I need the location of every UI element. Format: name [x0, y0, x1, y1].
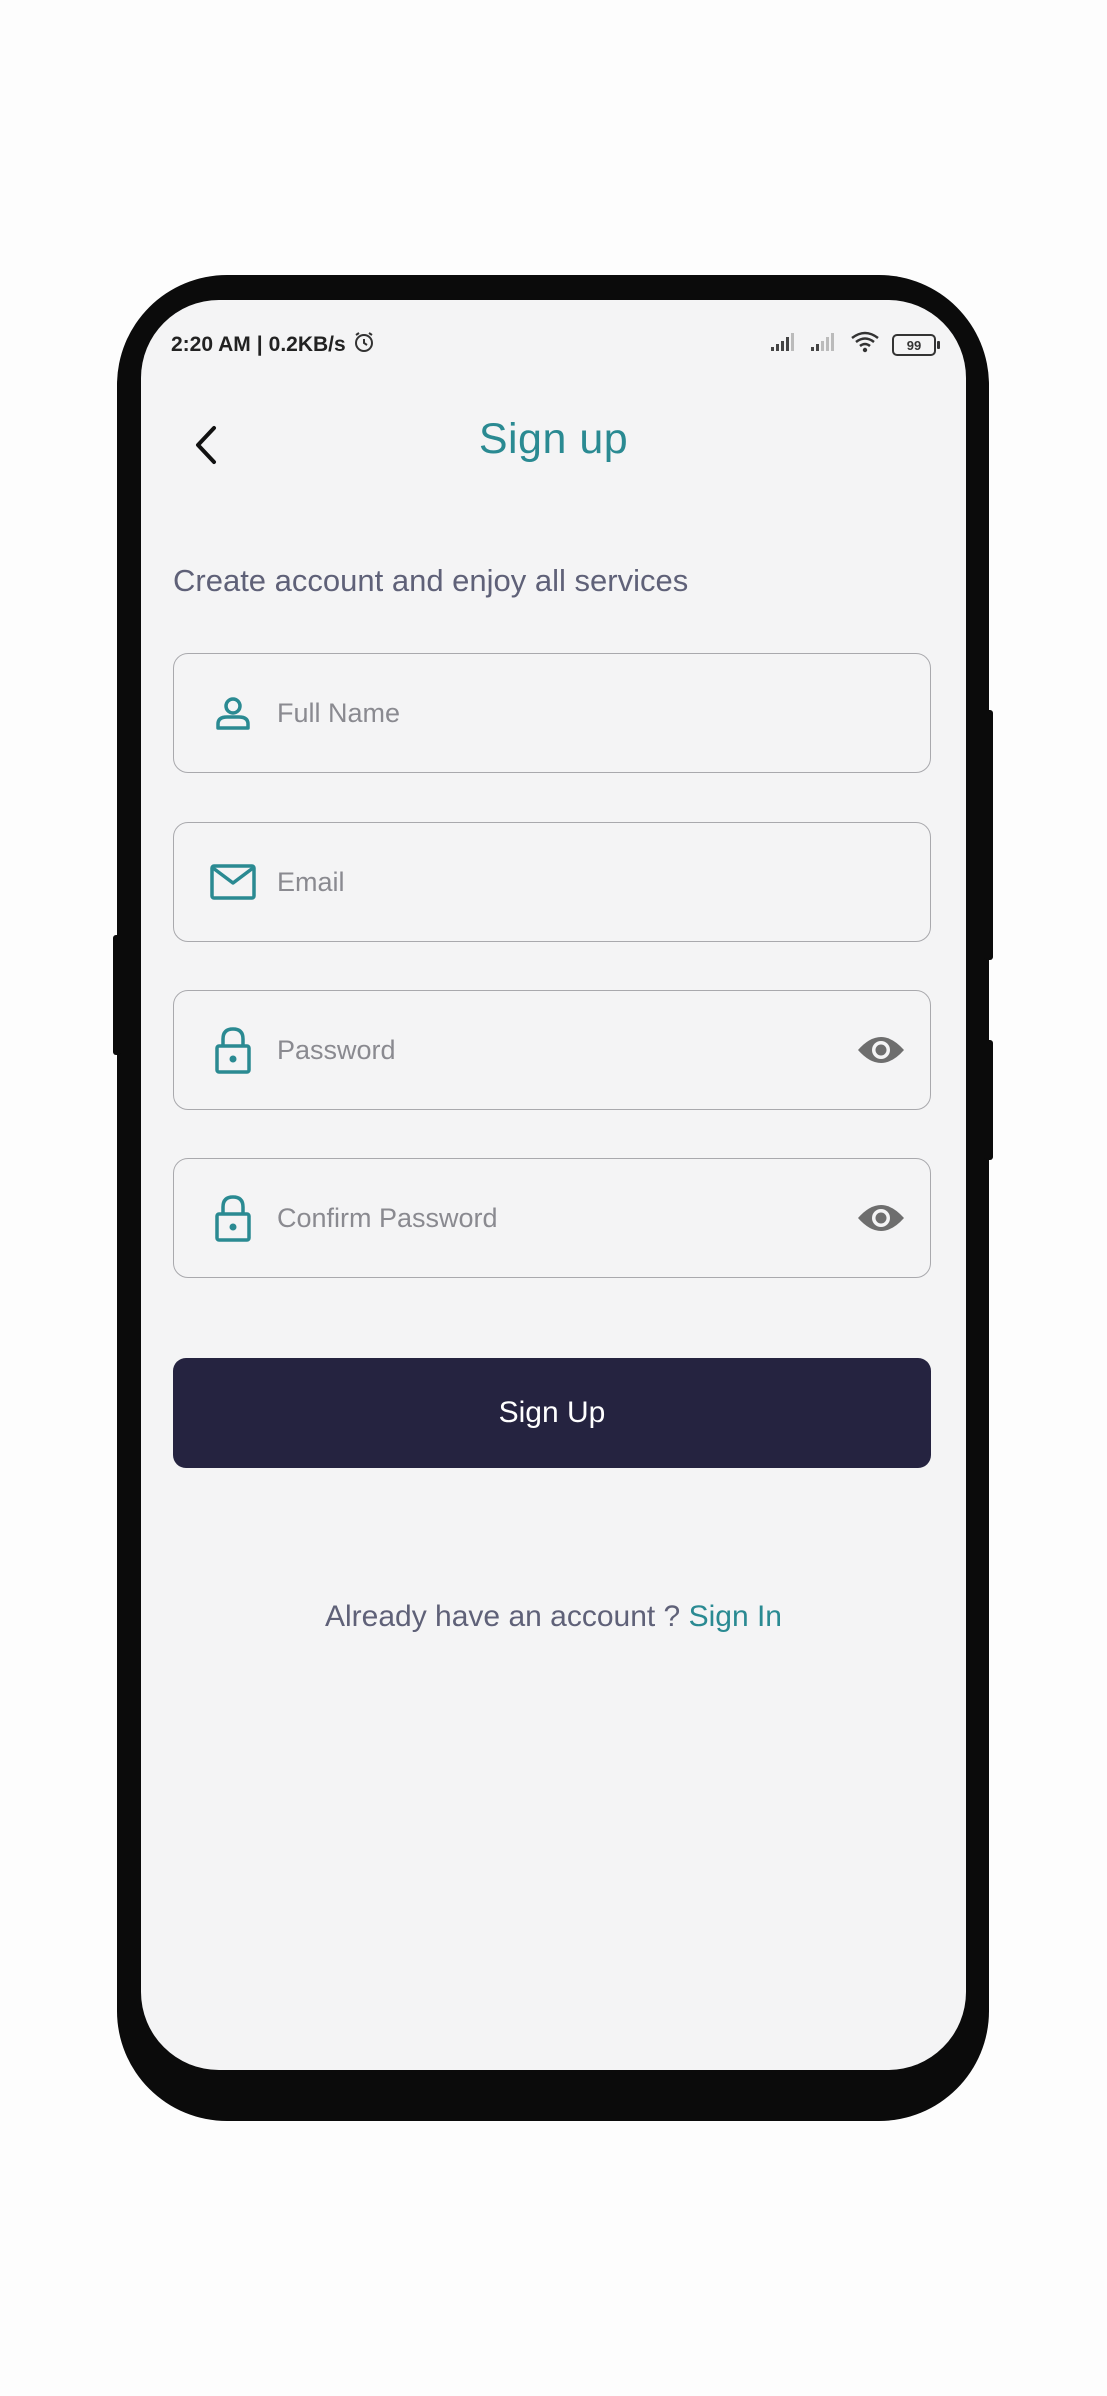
signal-icon [770, 332, 798, 358]
password-field[interactable] [173, 990, 931, 1110]
lock-icon [209, 1194, 257, 1242]
eye-icon[interactable] [854, 1023, 908, 1077]
eye-icon[interactable] [854, 1191, 908, 1245]
status-left: 2:20 AM | 0.2KB/s [171, 330, 376, 360]
sign-in-prompt-text: Already have an account ? [325, 1600, 681, 1633]
volume-button [113, 935, 121, 1055]
page-title: Sign up [478, 415, 629, 463]
confirm-password-field[interactable] [173, 1158, 931, 1278]
sign-in-prompt: Already have an account ? Sign In [141, 1600, 966, 1634]
status-net-speed: 0.2KB/s [268, 333, 346, 356]
status-separator: | [256, 333, 263, 356]
mail-icon [209, 858, 257, 906]
signal-icon [810, 332, 838, 358]
alarm-icon [352, 330, 376, 360]
password-input[interactable] [275, 1019, 854, 1081]
power-button [984, 1040, 993, 1160]
lock-icon [209, 1026, 257, 1074]
page-subtitle: Create account and enjoy all services [173, 563, 689, 598]
side-button [984, 710, 993, 960]
email-input[interactable] [275, 851, 930, 913]
full-name-field[interactable] [173, 653, 931, 773]
confirm-password-input[interactable] [275, 1187, 854, 1249]
full-name-input[interactable] [275, 682, 930, 744]
person-icon [209, 689, 257, 737]
email-field[interactable] [173, 822, 931, 942]
status-bar: 2:20 AM | 0.2KB/s 99 [171, 325, 940, 365]
sign-up-button[interactable]: Sign Up [173, 1358, 931, 1468]
status-time: 2:20 AM [171, 333, 251, 356]
sign-in-link[interactable]: Sign In [689, 1600, 782, 1633]
screen: 2:20 AM | 0.2KB/s 99 Sign up Create acco… [141, 300, 966, 2070]
status-right: 99 [770, 330, 940, 360]
wifi-icon [850, 330, 880, 360]
battery-icon: 99 [892, 334, 940, 356]
